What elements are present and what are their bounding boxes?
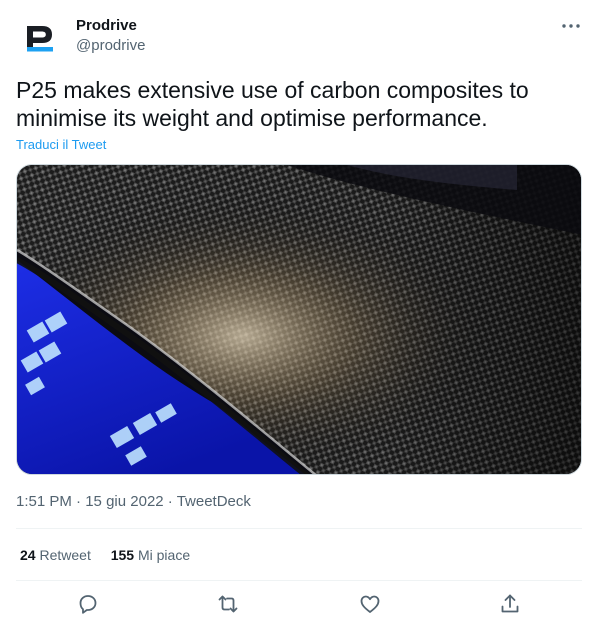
divider: [16, 528, 582, 529]
tweet-date[interactable]: 15 giu 2022: [85, 493, 163, 510]
author-handle[interactable]: @prodrive: [76, 36, 145, 56]
tweet-header: Prodrive @prodrive: [16, 14, 582, 62]
divider: [16, 580, 582, 581]
likes-label: Mi piace: [137, 547, 191, 563]
author-names: Prodrive @prodrive: [76, 16, 145, 56]
like-icon[interactable]: [358, 592, 382, 616]
tweet-text: P25 makes extensive use of carbon compos…: [16, 77, 529, 131]
meta-separator: ·: [76, 493, 82, 510]
reply-icon[interactable]: [76, 592, 100, 616]
tweet-metadata: 1:51 PM · 15 giu 2022 · TweetDeck: [16, 492, 251, 512]
translate-tweet-link[interactable]: Traduci il Tweet: [16, 137, 106, 153]
retweet-icon[interactable]: [216, 592, 240, 616]
author-display-name[interactable]: Prodrive: [76, 16, 145, 36]
likes-count: 155: [110, 547, 135, 563]
likes-stat[interactable]: 155 Mi piace: [111, 546, 190, 564]
tweet-time[interactable]: 1:51 PM: [16, 493, 72, 510]
retweets-label: Retweet: [39, 547, 91, 563]
avatar[interactable]: [16, 14, 64, 62]
retweets-stat[interactable]: 24 Retweet: [20, 546, 91, 564]
tweet-media-image[interactable]: [16, 164, 582, 475]
meta-separator: ·: [167, 493, 173, 510]
share-icon[interactable]: [498, 592, 522, 616]
tweet-source[interactable]: TweetDeck: [177, 493, 251, 510]
tweet-actions: [16, 590, 582, 620]
more-options-icon[interactable]: [560, 16, 582, 36]
retweets-count: 24: [20, 547, 36, 563]
tweet-stats: 24 Retweet 155 Mi piace: [20, 546, 206, 564]
carbon-fiber-photo: [17, 165, 581, 474]
